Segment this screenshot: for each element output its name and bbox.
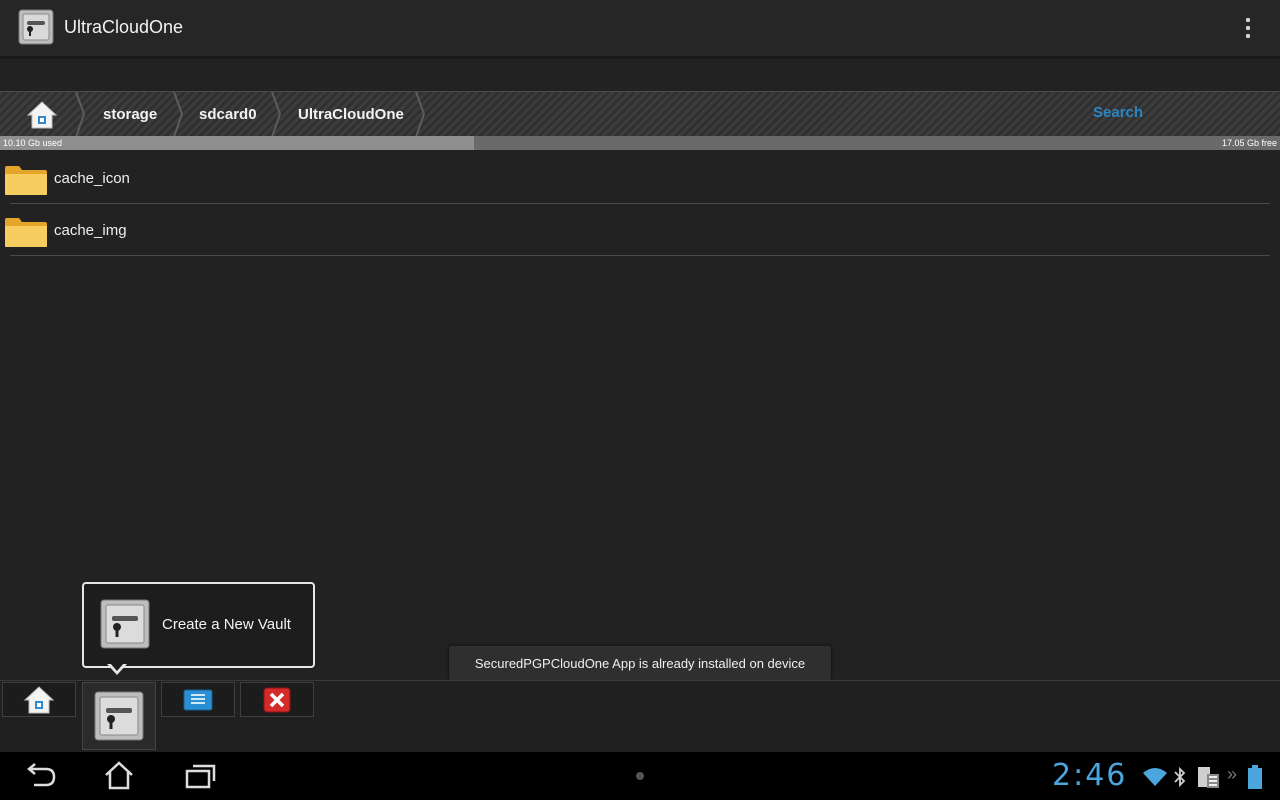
- wifi-icon: [1143, 768, 1167, 786]
- app-title: UltraCloudOne: [64, 17, 184, 37]
- file-button[interactable]: [161, 682, 235, 717]
- list-item[interactable]: cache_img: [0, 204, 1280, 256]
- home-icon[interactable]: [26, 100, 58, 130]
- battery-icon: [1248, 765, 1262, 789]
- close-icon: [263, 687, 291, 712]
- vault-key-icon: [94, 691, 144, 741]
- create-vault-button[interactable]: [82, 682, 156, 750]
- recent-apps-icon[interactable]: [185, 763, 217, 789]
- home-nav-icon[interactable]: [104, 761, 134, 791]
- close-button[interactable]: [240, 682, 314, 717]
- breadcrumb-item-ultracloudone[interactable]: UltraCloudOne: [298, 106, 404, 123]
- storage-usage-bar: 10.10 Gb used 17.05 Gb free: [0, 136, 1280, 150]
- back-icon[interactable]: [24, 763, 56, 789]
- storage-free-label: 17.05 Gb free: [1221, 138, 1277, 148]
- system-nav-bar: 2:46 »: [0, 752, 1280, 800]
- vault-key-icon[interactable]: [18, 9, 54, 45]
- home-button[interactable]: [2, 682, 76, 717]
- home-icon: [23, 685, 55, 713]
- search-button[interactable]: Search: [1093, 104, 1143, 121]
- overflow-menu-icon[interactable]: [1236, 14, 1260, 42]
- list-item[interactable]: cache_icon: [0, 152, 1280, 204]
- file-icon: [183, 689, 213, 710]
- breadcrumb-separator: [415, 92, 426, 137]
- breadcrumb-item-sdcard0[interactable]: sdcard0: [199, 106, 257, 123]
- folder-icon: [5, 218, 47, 247]
- action-bar: UltraCloudOne: [0, 0, 1280, 57]
- bottom-toolbar: [0, 680, 1280, 752]
- breadcrumb-separator: [75, 92, 86, 137]
- clock: 2:46: [1052, 758, 1128, 793]
- breadcrumb-item-storage[interactable]: storage: [103, 106, 157, 123]
- popup-tail-inner: [110, 663, 124, 671]
- toast-message: SecuredPGPCloudOne App is already instal…: [449, 646, 831, 680]
- create-vault-popup[interactable]: Create a New Vault: [82, 582, 315, 668]
- vault-key-icon: [100, 599, 150, 649]
- storage-usage-fill: [0, 136, 474, 150]
- file-name: cache_icon: [54, 170, 130, 187]
- create-vault-label: Create a New Vault: [162, 616, 291, 633]
- sd-card-icon: [1198, 767, 1219, 788]
- breadcrumb-separator: [271, 92, 282, 137]
- storage-used-label: 10.10 Gb used: [3, 138, 63, 148]
- breadcrumb: storage sdcard0 UltraCloudOne Search: [0, 91, 1280, 137]
- breadcrumb-separator: [173, 92, 184, 137]
- notification-dot: [636, 772, 644, 780]
- folder-icon: [5, 166, 47, 195]
- file-name: cache_img: [54, 222, 127, 239]
- bluetooth-icon: [1174, 766, 1186, 788]
- chevron-right-icon: »: [1227, 764, 1238, 784]
- divider: [10, 255, 1270, 256]
